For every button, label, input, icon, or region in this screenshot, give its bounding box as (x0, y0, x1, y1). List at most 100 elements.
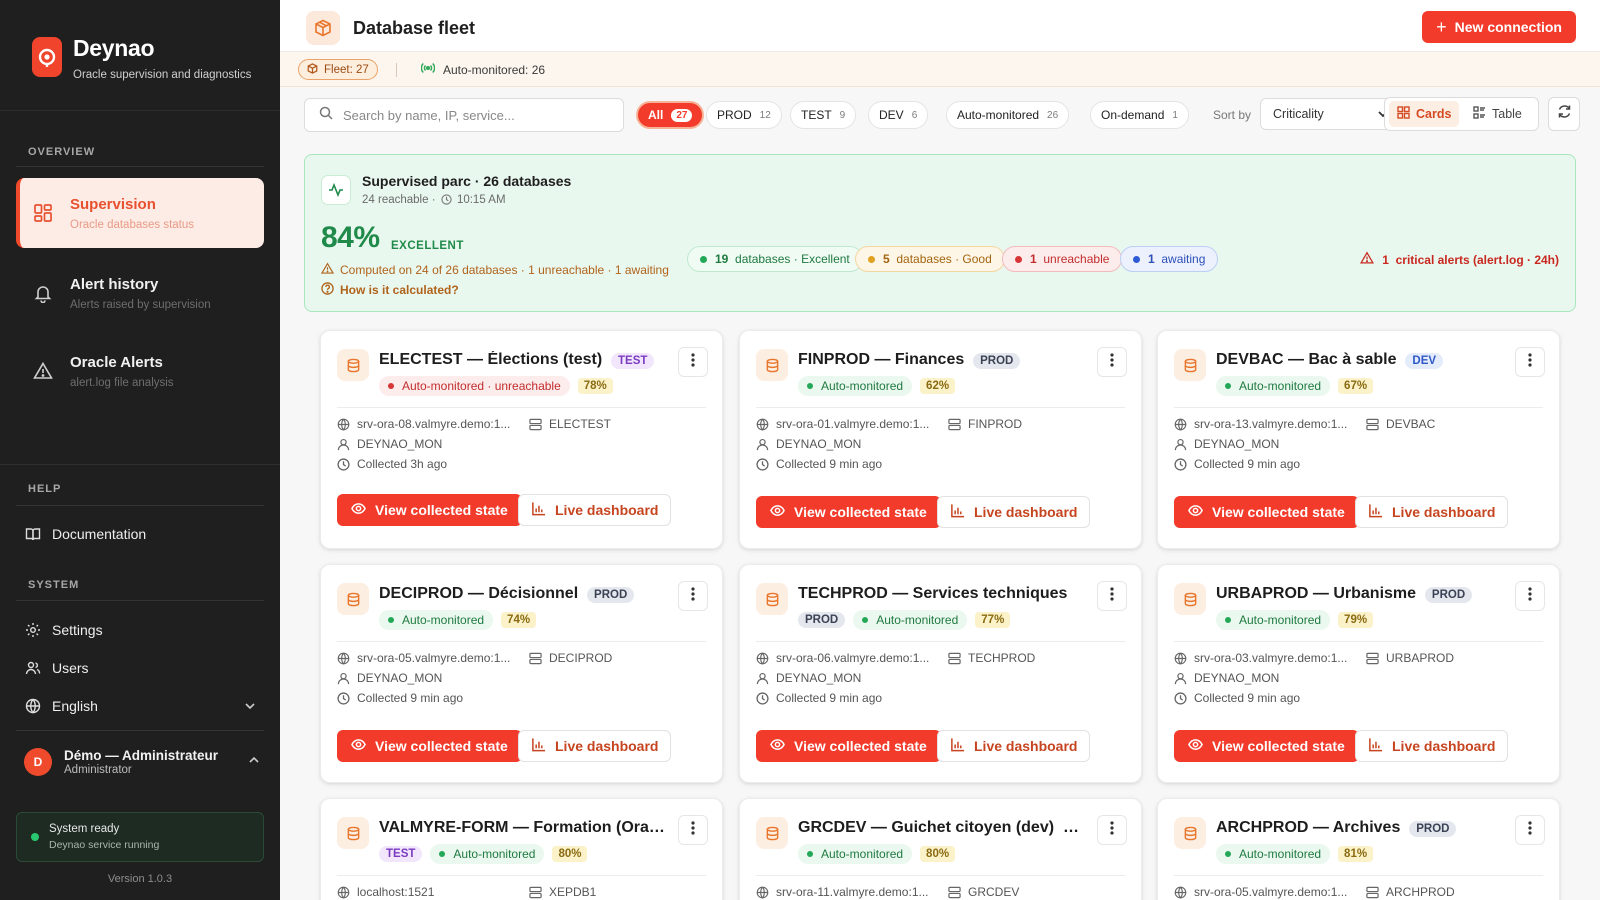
env-badge: PROD (973, 353, 1021, 369)
database-card[interactable]: ELECTEST — Élections (test) TEST Auto-mo… (320, 330, 723, 549)
card-title[interactable]: GRCDEV — Guichet citoyen (dev) DEV (798, 819, 1088, 837)
card-title[interactable]: URBAPROD — Urbanisme PROD (1216, 585, 1473, 603)
card-title[interactable]: DECIPROD — Décisionnel PROD (379, 585, 635, 603)
live-dashboard-button[interactable]: Live dashboard (937, 730, 1091, 762)
filter-chip-auto-monitored[interactable]: Auto-monitored 26 (946, 101, 1070, 129)
sidebar-item-label: Settings (52, 622, 103, 638)
live-dashboard-button[interactable]: Live dashboard (1355, 730, 1509, 762)
view-collected-state-button[interactable]: View collected state (337, 494, 522, 526)
status-dot-icon (868, 255, 875, 263)
database-card[interactable]: DECIPROD — Décisionnel PROD Auto-monitor… (320, 564, 723, 783)
card-title[interactable]: FINPROD — Finances PROD (798, 351, 1021, 369)
new-connection-button[interactable]: + New connection (1422, 11, 1576, 43)
brand[interactable]: Deynao Oracle supervision and diagnostic… (32, 35, 251, 81)
card-menu-button[interactable] (678, 581, 708, 611)
card-title[interactable]: ELECTEST — Élections (test) TEST (379, 351, 655, 369)
view-table-button[interactable]: Table (1465, 101, 1530, 127)
bar-chart-icon (950, 503, 965, 521)
filter-chip-test[interactable]: TEST 9 (790, 101, 857, 129)
view-label: View collected state (375, 738, 508, 754)
monitor-user: DEYNAO_MON (337, 437, 442, 451)
database-card[interactable]: ARCHPROD — Archives PROD Auto-monitored 8… (1157, 798, 1560, 900)
monitor-user-text: DEYNAO_MON (357, 671, 443, 685)
pill-count: 1 (1030, 252, 1037, 266)
sidebar-item-oracle-alerts[interactable]: Oracle Alerts alert.log file analysis (16, 336, 264, 406)
card-title[interactable]: VALMYRE-FORM — Formation (Oracle... (379, 819, 669, 837)
collected-time: Collected 9 min ago (756, 457, 882, 471)
service-name: GRCDEV (948, 885, 1019, 899)
pill-label: unreachable (1043, 252, 1110, 266)
database-card[interactable]: GRCDEV — Guichet citoyen (dev) DEV Auto-… (739, 798, 1142, 900)
filter-chip-on-demand[interactable]: On-demand 1 (1090, 101, 1189, 129)
filter-chip-all[interactable]: All 27 (636, 101, 705, 129)
monitoring-status-badge: Auto-monitored (430, 844, 545, 864)
database-card[interactable]: DEVBAC — Bac à sable DEV Auto-monitored 6… (1157, 330, 1560, 549)
card-menu-button[interactable] (1097, 581, 1127, 611)
view-collected-state-button[interactable]: View collected state (337, 730, 522, 762)
card-menu-button[interactable] (1515, 581, 1545, 611)
view-collected-state-button[interactable]: View collected state (756, 496, 941, 528)
view-collected-state-button[interactable]: View collected state (1174, 496, 1359, 528)
card-menu-button[interactable] (1515, 347, 1545, 377)
card-menu-button[interactable] (1515, 815, 1545, 845)
status-pill-good[interactable]: 5 databases · Good (855, 246, 1005, 272)
card-menu-button[interactable] (678, 815, 708, 845)
collected-text: Collected 9 min ago (776, 457, 883, 471)
search-box[interactable] (304, 98, 624, 132)
status-dot-icon (1133, 255, 1140, 263)
health-grade: EXCELLENT (391, 240, 464, 252)
status-dot-icon (439, 851, 446, 857)
database-card[interactable]: URBAPROD — Urbanisme PROD Auto-monitored… (1157, 564, 1560, 783)
sidebar-item-alert-history[interactable]: Alert history Alerts raised by supervisi… (16, 258, 264, 328)
env-badge: TEST (611, 353, 655, 369)
status-pill-unreachable[interactable]: 1 unreachable (1002, 246, 1123, 272)
card-menu-button[interactable] (678, 347, 708, 377)
filter-chip-prod[interactable]: PROD 12 (706, 101, 782, 129)
warning-icon (320, 262, 335, 278)
card-title[interactable]: ARCHPROD — Archives PROD (1216, 819, 1457, 837)
card-menu-button[interactable] (1097, 815, 1127, 845)
card-title[interactable]: TECHPROD — Services techniques (798, 585, 1067, 603)
status-dot-icon (1225, 383, 1231, 389)
filter-chip-dev[interactable]: DEV 6 (868, 101, 929, 129)
server-icon (948, 652, 961, 665)
database-card[interactable]: VALMYRE-FORM — Formation (Oracle... TEST… (320, 798, 723, 900)
search-input[interactable] (343, 107, 603, 123)
language-select[interactable]: English (24, 697, 256, 715)
live-dashboard-button[interactable]: Live dashboard (518, 494, 672, 526)
card-title[interactable]: DEVBAC — Bac à sable DEV (1216, 351, 1444, 369)
section-line (16, 600, 264, 601)
eye-icon (1188, 737, 1203, 755)
live-dashboard-button[interactable]: Live dashboard (937, 496, 1091, 528)
how-calculated-link[interactable]: How is it calculated? (321, 282, 459, 298)
chip-count: 12 (759, 109, 771, 121)
refresh-button[interactable] (1548, 97, 1580, 131)
view-collected-state-button[interactable]: View collected state (1174, 730, 1359, 762)
database-card[interactable]: TECHPROD — Services techniques PROD Auto-… (739, 564, 1142, 783)
status-pill-excellent[interactable]: 19 databases · Excellent (687, 246, 863, 272)
user-menu[interactable]: D Démo — Administrateur Administrator (24, 748, 260, 776)
live-dashboard-button[interactable]: Live dashboard (518, 730, 672, 762)
database-card[interactable]: FINPROD — Finances PROD Auto-monitored 62… (739, 330, 1142, 549)
view-cards-button[interactable]: Cards (1389, 101, 1460, 127)
service-name: XEPDB1 (529, 885, 596, 899)
reachable-count: 24 reachable · (362, 194, 436, 206)
critical-alerts-link[interactable]: 1 critical alerts (alert.log · 24h) (1360, 251, 1559, 268)
status-pill-awaiting[interactable]: 1 awaiting (1120, 246, 1219, 272)
sidebar-item-settings[interactable]: Settings (24, 621, 103, 639)
host-address: srv-ora-13.valmyre.demo:1... (1174, 417, 1347, 431)
collected-time: Collected 9 min ago (337, 691, 463, 705)
view-collected-state-button[interactable]: View collected state (756, 730, 941, 762)
sidebar-item-users[interactable]: Users (24, 659, 89, 677)
fleet-count-badge: Fleet: 27 (298, 59, 378, 80)
pill-count: 5 (883, 252, 890, 266)
card-menu-button[interactable] (1097, 347, 1127, 377)
sidebar-item-documentation[interactable]: Documentation (24, 525, 146, 543)
env-badge: DEV (1405, 353, 1444, 369)
chevron-up-icon (248, 753, 260, 771)
status-dot-icon (862, 617, 869, 623)
sidebar-item-supervision[interactable]: Supervision Oracle databases status (16, 178, 264, 248)
sort-select[interactable]: Criticality (1260, 98, 1400, 130)
activity-icon (321, 175, 351, 205)
live-dashboard-button[interactable]: Live dashboard (1355, 496, 1509, 528)
